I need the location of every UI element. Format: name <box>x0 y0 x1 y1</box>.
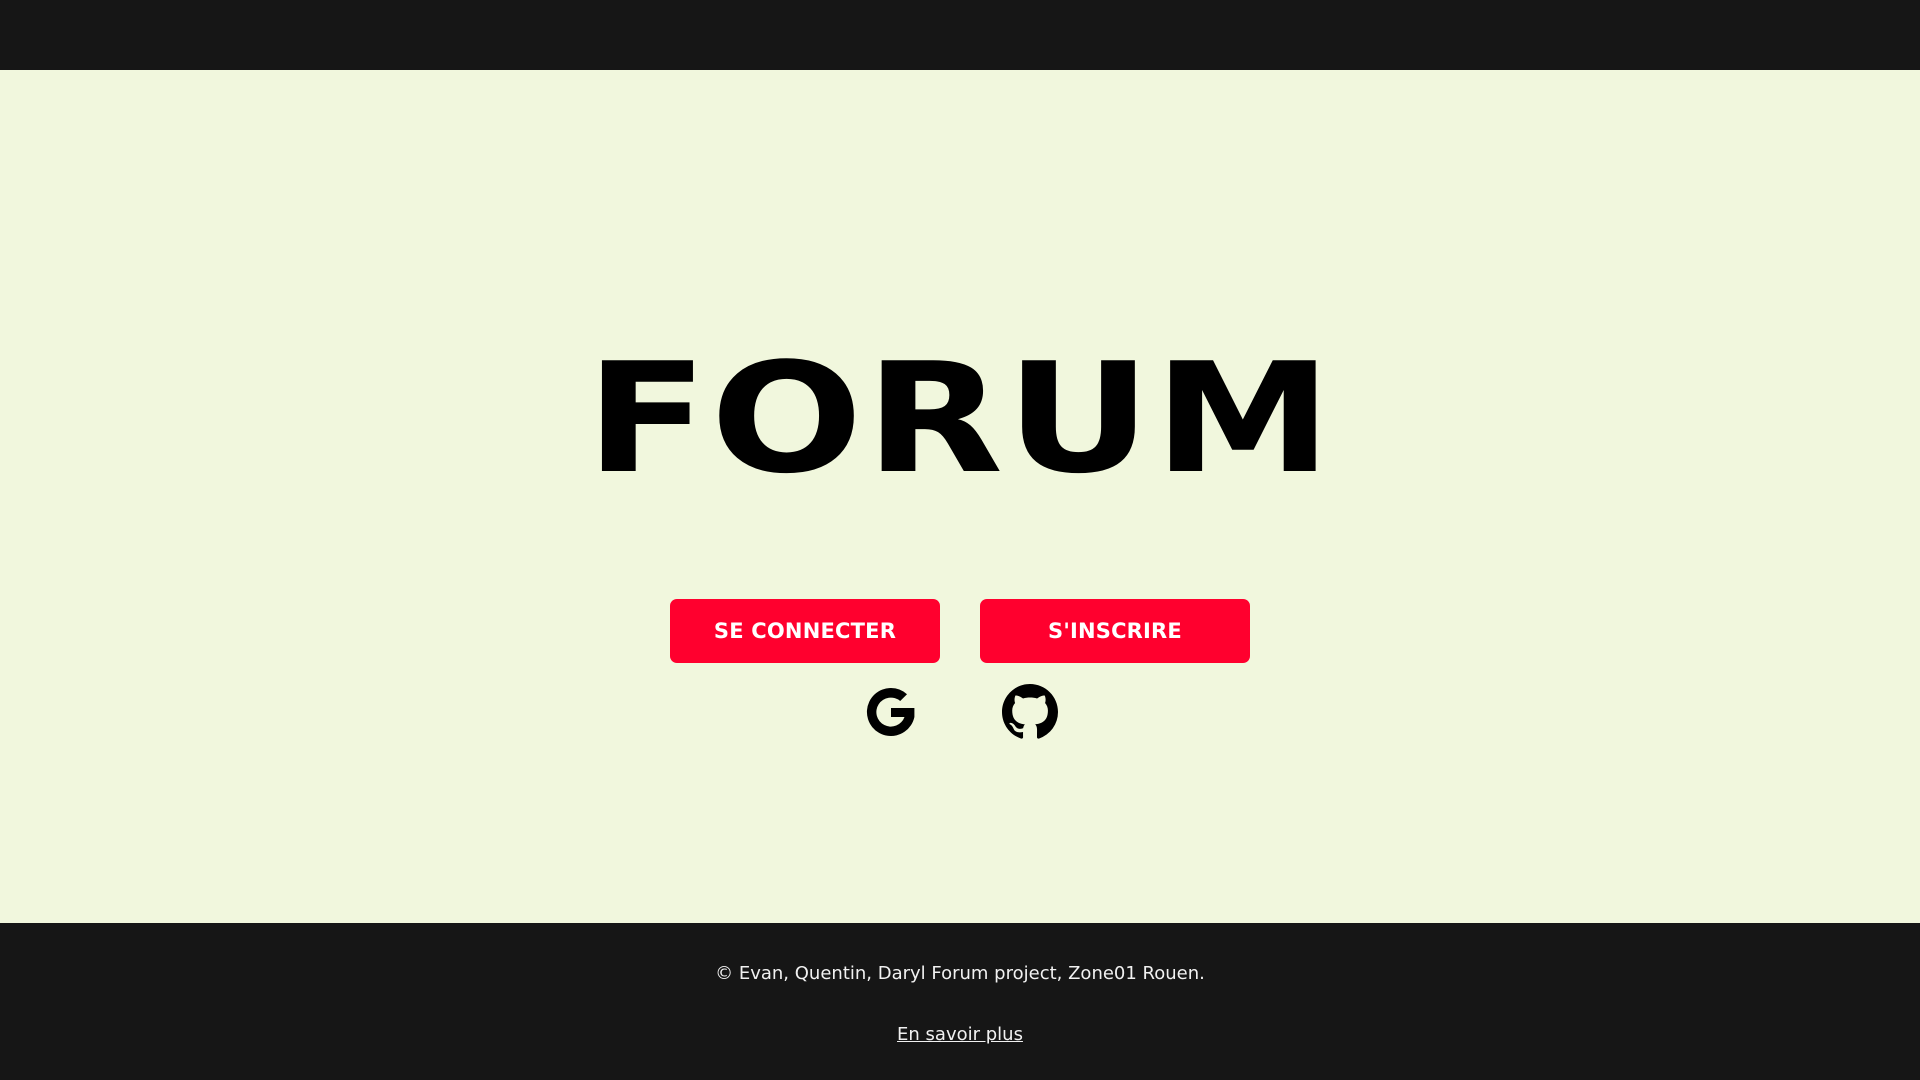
google-icon[interactable] <box>863 684 919 740</box>
github-icon[interactable] <box>1002 684 1058 740</box>
page-title: FORUM <box>585 330 1335 507</box>
register-button[interactable]: S'INSCRIRE <box>980 599 1250 663</box>
login-button[interactable]: SE CONNECTER <box>670 599 940 663</box>
main-section: FORUM SE CONNECTER S'INSCRIRE <box>0 70 1920 923</box>
footer: © Evan, Quentin, Daryl Forum project, Zo… <box>0 923 1920 1080</box>
google-icon-svg <box>866 687 915 736</box>
copyright-text: © Evan, Quentin, Daryl Forum project, Zo… <box>715 963 1205 984</box>
learn-more-container: En savoir plus <box>0 1024 1920 1045</box>
github-icon-svg <box>1002 684 1058 739</box>
top-bar <box>0 0 1920 70</box>
learn-more-link[interactable]: En savoir plus <box>897 1024 1023 1045</box>
page: FORUM SE CONNECTER S'INSCRIRE © Evan, Qu… <box>0 0 1920 1080</box>
